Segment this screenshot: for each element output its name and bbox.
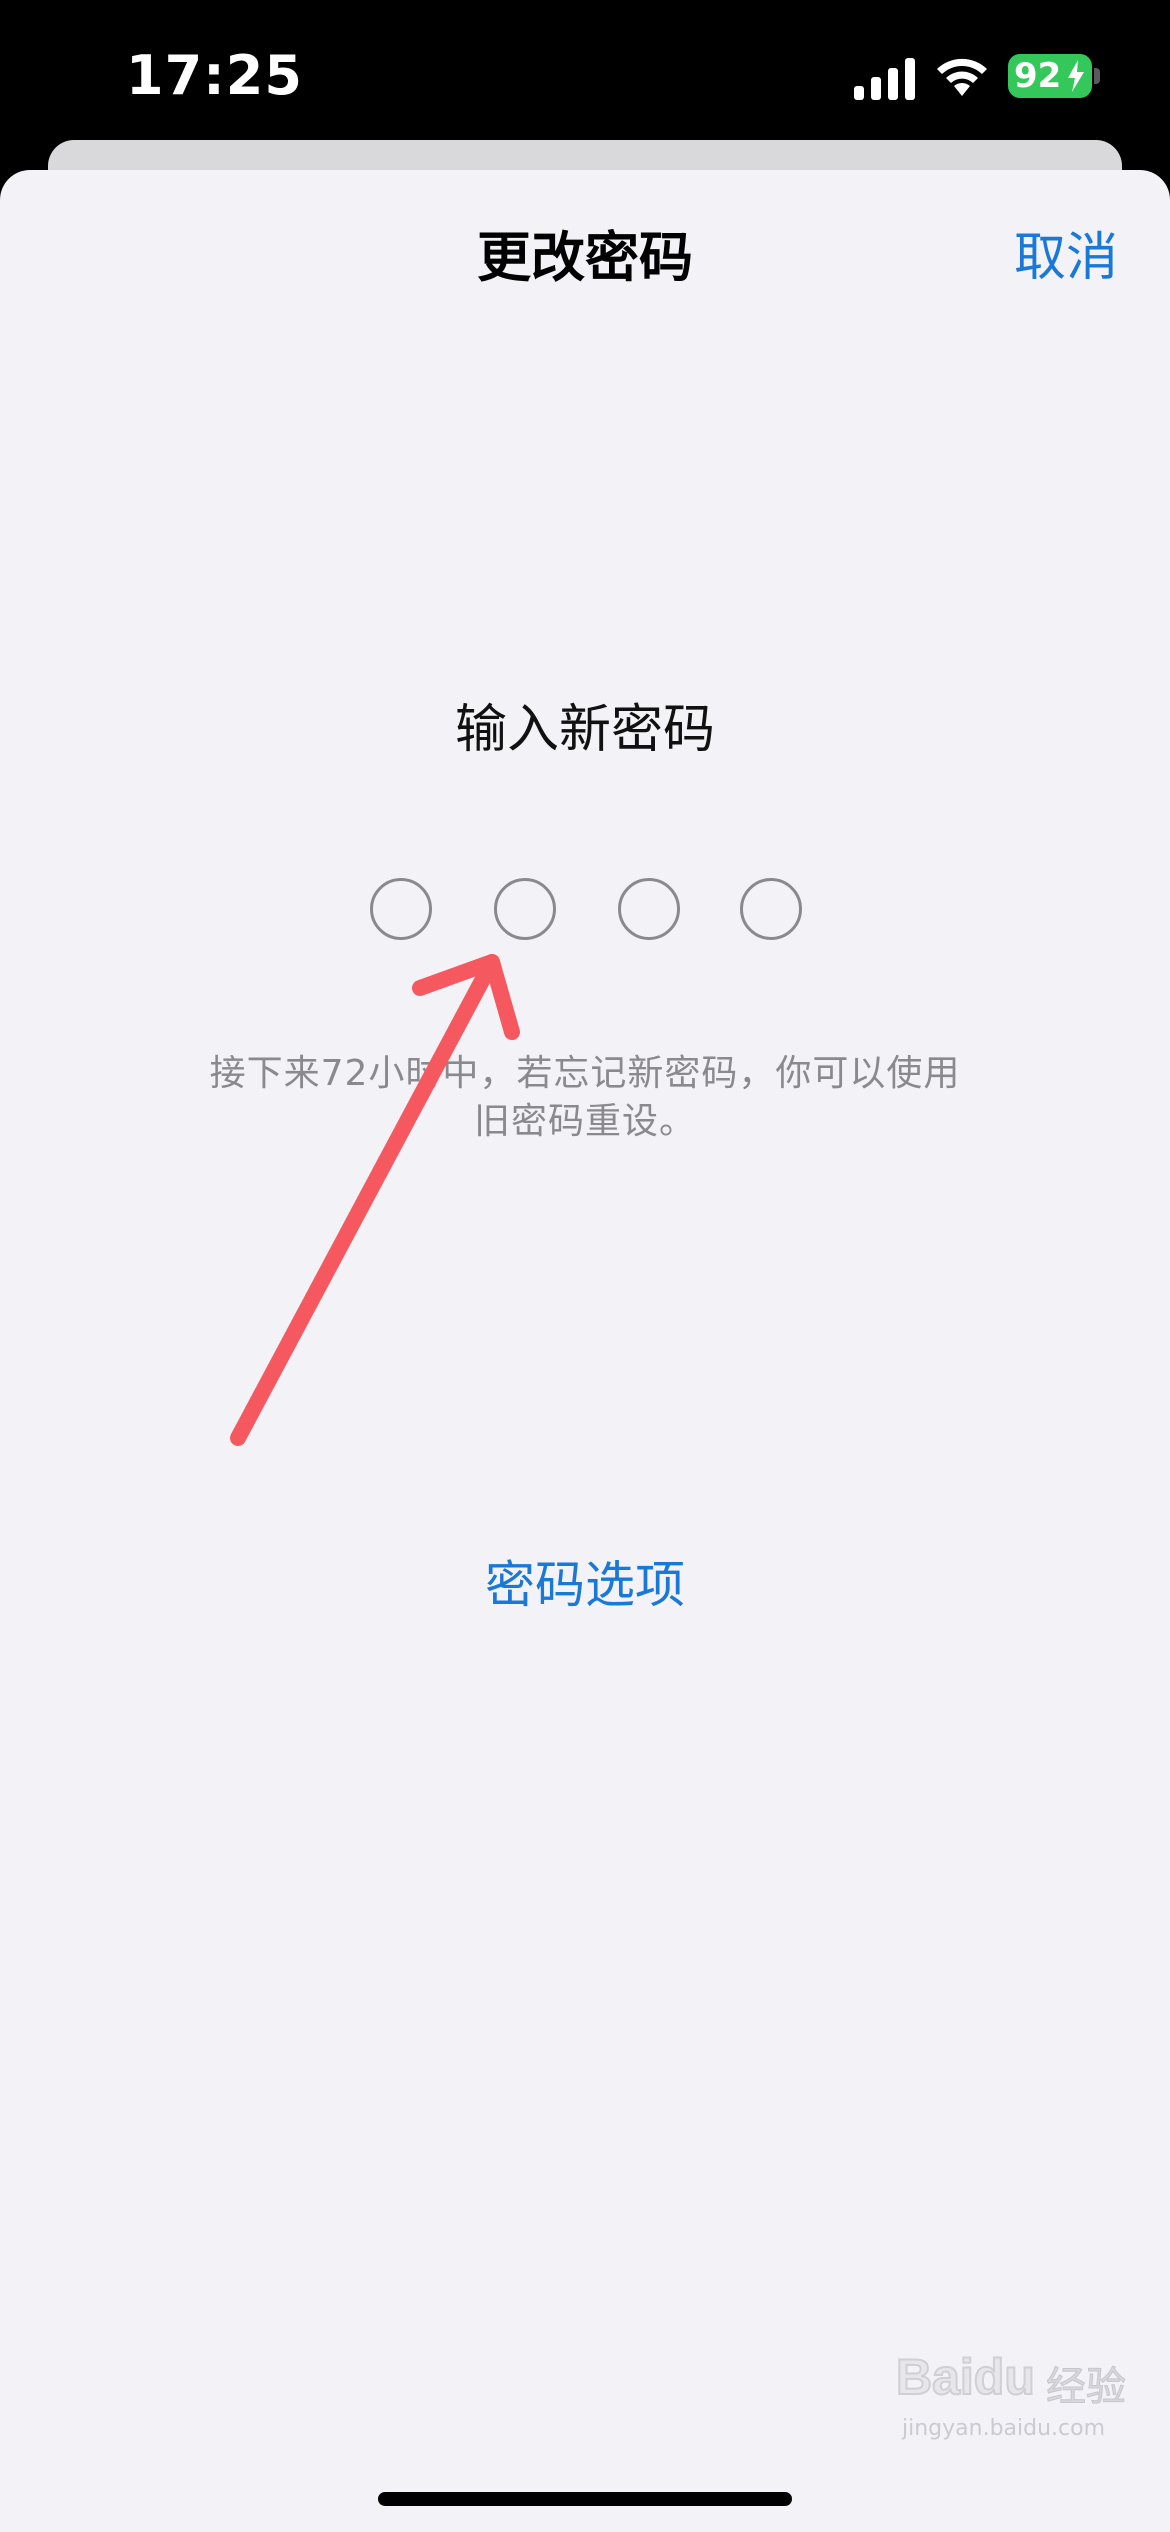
page-title: 更改密码 xyxy=(477,226,693,289)
signal-icon xyxy=(854,58,915,100)
battery-level: 92 xyxy=(1014,56,1062,96)
cancel-button[interactable]: 取消 xyxy=(1014,222,1118,294)
passcode-input[interactable] xyxy=(370,878,802,942)
passcode-prompt: 输入新密码 xyxy=(454,700,715,760)
wifi-icon xyxy=(937,58,987,96)
passcode-hint: 接下来72小时中，若忘记新密码，你可以使用 旧密码重设。 xyxy=(185,1050,985,1146)
hint-line-2: 旧密码重设。 xyxy=(473,1101,696,1142)
watermark-logo: Baidu xyxy=(895,2348,1036,2406)
screen: 17:25 92 更改密码 取消 输入新密码 接下来72小时中，若忘记新密码，你… xyxy=(0,0,1170,2532)
home-indicator[interactable] xyxy=(378,2492,792,2506)
status-bar: 17:25 92 xyxy=(0,0,1170,140)
watermark-url: jingyan.baidu.com xyxy=(902,2416,1106,2441)
passcode-dot xyxy=(618,878,680,940)
passcode-dot xyxy=(370,878,432,940)
battery-cap xyxy=(1094,68,1100,84)
status-time: 17:25 xyxy=(126,44,303,107)
battery-charging-icon xyxy=(1068,60,1084,92)
passcode-dot xyxy=(494,878,556,940)
change-passcode-sheet: 更改密码 取消 输入新密码 接下来72小时中，若忘记新密码，你可以使用 旧密码重… xyxy=(0,170,1170,2532)
passcode-options-button[interactable]: 密码选项 xyxy=(0,1550,1170,1620)
hint-line-1: 接下来72小时中，若忘记新密码，你可以使用 xyxy=(209,1053,961,1094)
baidu-watermark: Baidu 经验 jingyan.baidu.com xyxy=(895,2340,1136,2450)
battery-indicator: 92 xyxy=(1008,54,1092,98)
passcode-dot xyxy=(740,878,802,940)
watermark-brand: 经验 xyxy=(1046,2364,1127,2411)
